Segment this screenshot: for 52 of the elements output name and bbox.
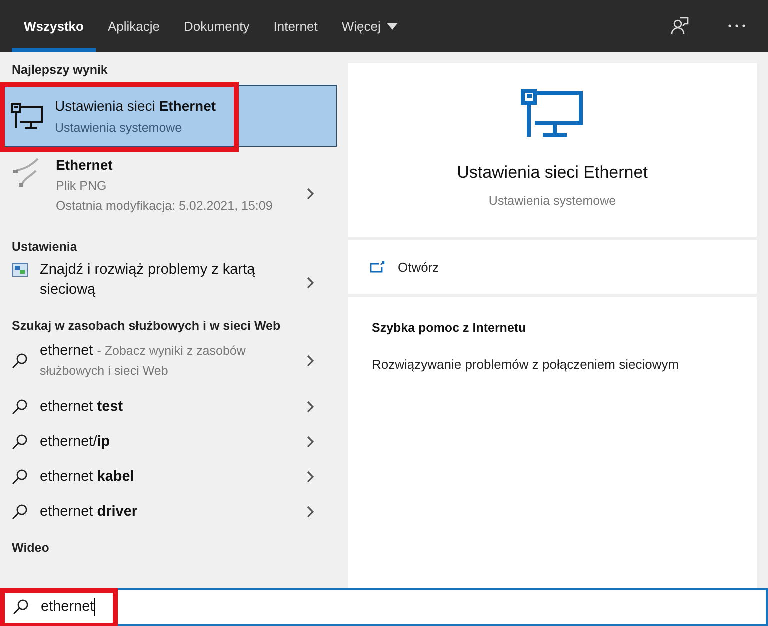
- result-title: Ustawienia sieci Ethernet: [55, 98, 216, 114]
- search-icon: [12, 398, 28, 414]
- help-heading: Szybka pomoc z Internetu: [372, 321, 528, 335]
- section-heading: Najlepszy wynik: [11, 62, 109, 79]
- tab[interactable]: Aplikacje: [96, 0, 172, 52]
- result-item[interactable]: Ethernet Plik PNG Ostatnia modyfikacja: 5.02.2021, 15:09: [0, 151, 340, 231]
- preview-title: Ustawienia sieci Ethernet: [457, 163, 648, 183]
- section-heading: Szukaj w zasobach służbowych i w sieci Web: [11, 318, 282, 335]
- network-monitor-icon: [11, 103, 43, 129]
- search-icon: [12, 434, 28, 450]
- suggestion-text: ethernet test: [40, 398, 124, 414]
- chevron-icon[interactable]: [307, 400, 315, 412]
- chevron-icon[interactable]: [307, 277, 315, 289]
- chevron-icon[interactable]: [307, 506, 315, 518]
- suggestion-text: ethernet kabel: [40, 468, 136, 484]
- suggestion-text: ethernet/ip: [40, 434, 112, 450]
- result-subtitle: Ustawienia systemowe: [55, 120, 184, 134]
- open-button[interactable]: Otwórz: [370, 260, 440, 274]
- result-item[interactable]: ethernet - Zobacz wyniki z zasobów służbowych i sieci Web: [0, 339, 340, 383]
- chevron-icon[interactable]: [307, 470, 315, 482]
- help-link[interactable]: Rozwiązywanie problemów z połączeniem sieciowym: [372, 357, 733, 372]
- tab[interactable]: Internet: [262, 0, 330, 52]
- search-icon: [12, 504, 28, 520]
- result-title: Ethernet: [56, 157, 114, 173]
- result-item[interactable]: Znajdź i rozwiąż problemy z kartą sieciową: [0, 260, 340, 306]
- more-icon[interactable]: [728, 24, 746, 28]
- suggestion-item[interactable]: ethernet driver: [0, 494, 340, 529]
- suggestion-item[interactable]: ethernet kabel: [0, 459, 340, 494]
- search-icon: [12, 353, 28, 369]
- preview-subtitle: Ustawienia systemowe: [488, 194, 616, 208]
- network-monitor-icon: [520, 89, 584, 137]
- feedback-icon[interactable]: [670, 16, 690, 36]
- result-title: ethernet - Zobacz wyniki z zasobów służbowych i sieci Web: [40, 342, 247, 380]
- result-detail: Ostatnia modyfikacja: 5.02.2021, 15:09: [56, 199, 274, 213]
- section-heading: Ustawienia: [11, 239, 78, 256]
- chevron-icon[interactable]: [307, 355, 315, 367]
- suggestion-item[interactable]: ethernet/ip: [0, 424, 340, 459]
- result-detail: Plik PNG: [56, 179, 108, 193]
- section-heading: Wideo: [11, 540, 50, 557]
- suggestion-item[interactable]: ethernet test: [0, 389, 340, 424]
- chevron-icon[interactable]: [307, 188, 315, 200]
- result-title: Znajdź i rozwiąż problemy z kartą sieciową: [40, 261, 256, 300]
- search-icon: [13, 599, 29, 615]
- troubleshoot-icon: [12, 263, 28, 277]
- chevron-icon[interactable]: [307, 436, 315, 448]
- search-field[interactable]: ethernet: [0, 588, 768, 626]
- suggestion-text: ethernet driver: [40, 504, 139, 520]
- tab[interactable]: Więcej: [330, 0, 410, 52]
- tab[interactable]: Wszystko: [12, 0, 96, 52]
- open-icon: [370, 261, 385, 273]
- tab[interactable]: Dokumenty: [172, 0, 262, 52]
- search-icon: [12, 468, 28, 484]
